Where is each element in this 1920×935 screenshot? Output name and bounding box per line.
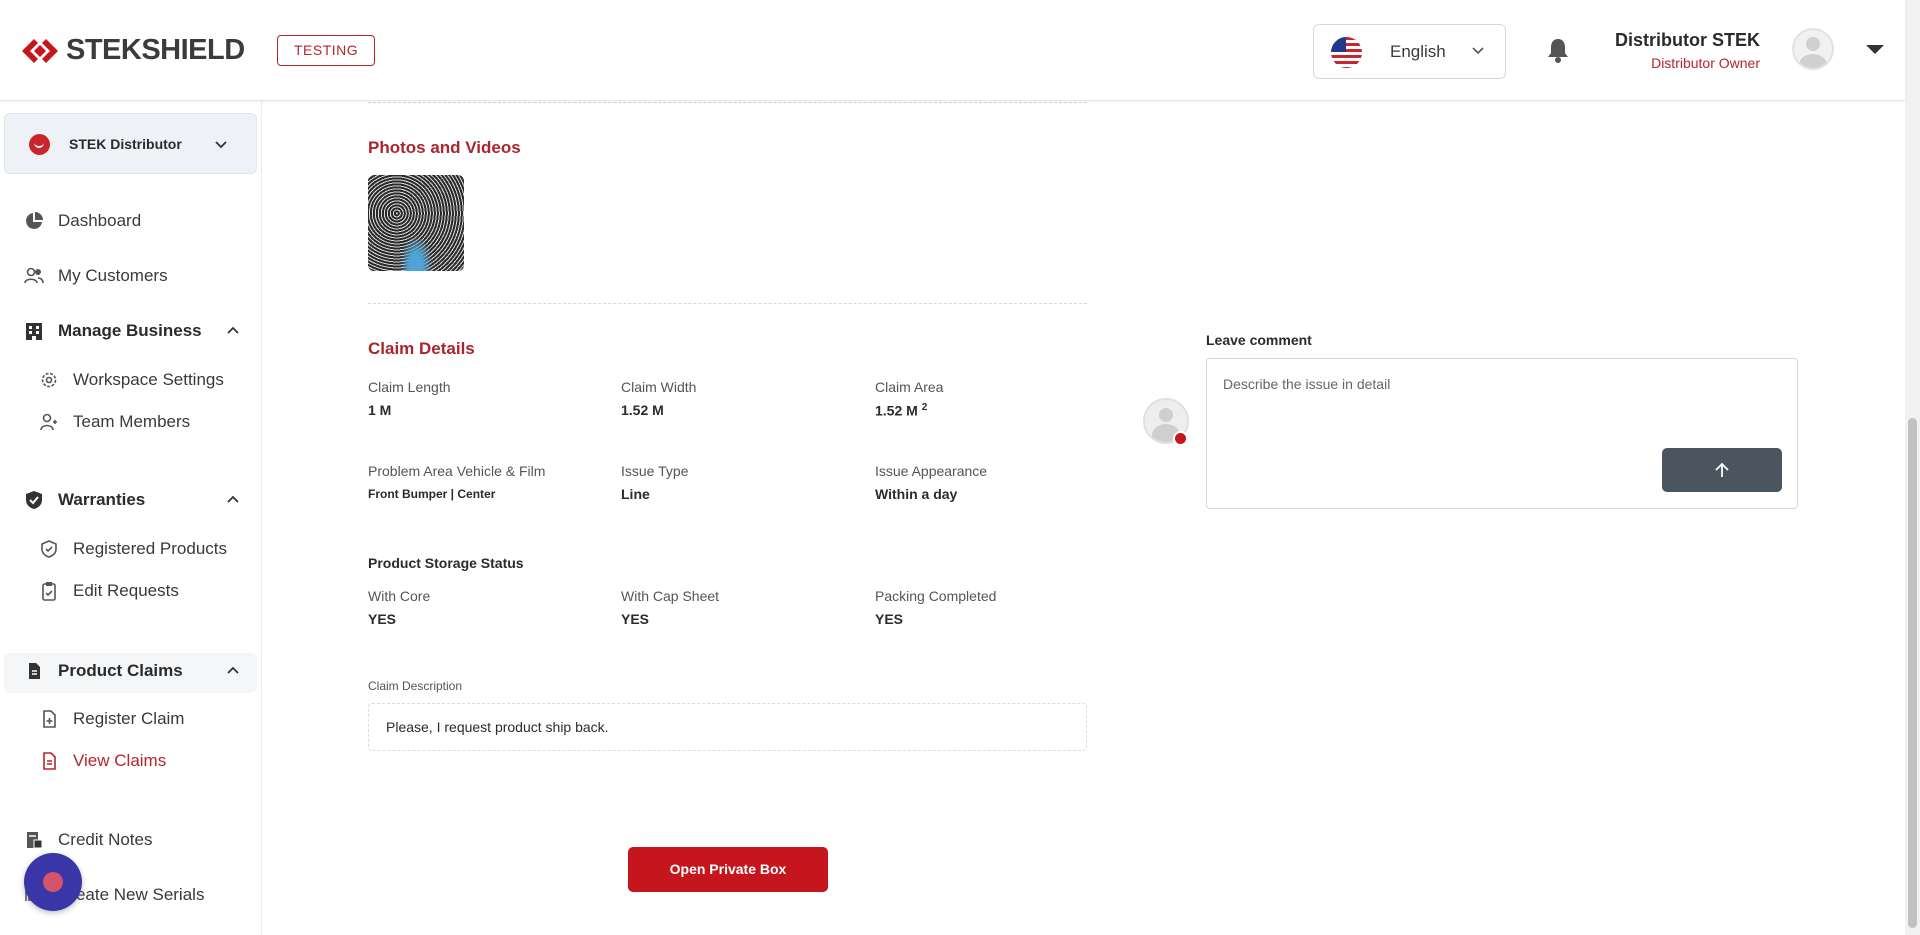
claim-area-number: 1.52 M [875,402,918,419]
sidebar-item-label: Team Members [73,412,191,431]
us-flag-icon [1331,37,1362,68]
chat-widget-button[interactable] [24,853,82,911]
sidebar-item-label: Manage Business [58,321,202,340]
users-icon [24,267,44,284]
scrollbar-thumb[interactable] [1908,418,1917,928]
org-logo-icon [29,134,50,155]
sidebar-item-warranties[interactable]: Warranties [24,490,145,510]
claim-area-label: Claim Area [875,379,944,395]
sidebar-item-label: Warranties [58,490,146,509]
problem-area-label: Problem Area Vehicle & Film [368,463,546,479]
claim-length-label: Claim Length [368,379,451,395]
issue-appearance-value: Within a day [875,486,958,502]
org-name: STEK Distributor [69,136,182,152]
divider [368,102,1087,103]
issue-type-label: Issue Type [621,463,689,479]
gear-icon [41,372,57,388]
sidebar-item-credit-notes[interactable]: Credit Notes [24,830,152,850]
user-role: Distributor Owner [1651,55,1760,71]
stekshield-logo[interactable]: STEKSHIELD [22,34,245,67]
sidebar-item-manage-business[interactable]: Manage Business [24,321,202,341]
send-comment-button[interactable] [1662,448,1782,492]
issue-type-value: Line [621,486,650,502]
notification-bell-icon[interactable] [1546,36,1570,64]
claim-area-value: 1.52 M 2 [875,402,927,419]
sidebar-item-label: Edit Requests [73,581,179,600]
arrow-up-icon [1715,462,1729,477]
building-icon [26,323,42,340]
file-text-icon [43,752,56,770]
with-cap-sheet-label: With Cap Sheet [621,588,720,604]
sidebar-item-dashboard[interactable]: Dashboard [24,211,141,231]
team-icon [40,413,57,431]
user-avatar[interactable] [1792,28,1834,70]
sidebar-item-label: Registered Products [73,539,228,558]
sidebar-item-label: Credit Notes [58,830,153,849]
commenter-badge-icon [1173,431,1188,446]
claim-photo-thumbnail[interactable] [368,175,464,271]
divider [368,303,1087,304]
sidebar-item-edit-requests[interactable]: Edit Requests [39,581,179,601]
sidebar-item-registered-products[interactable]: Registered Products [39,539,227,559]
chevron-down-icon [1472,47,1484,55]
file-plus-icon [43,710,56,728]
language-label: English [1390,42,1446,61]
organization-switcher[interactable]: STEK Distributor [4,113,257,174]
claim-detail-panel: Photos and Videos Claim Details Claim Le… [263,101,1905,935]
claim-description-label: Claim Description [368,679,463,693]
calculator-doc-icon [27,832,43,849]
caret-down-icon[interactable] [1866,45,1884,54]
sidebar-item-workspace-settings[interactable]: Workspace Settings [39,370,224,390]
environment-badge: TESTING [277,35,376,66]
claim-width-value: 1.52 M [621,402,664,418]
sidebar-item-label: Product Claims [58,661,183,680]
sidebar-item-label: View Claims [73,751,167,770]
issue-appearance-label: Issue Appearance [875,463,988,479]
sidebar-item-label: Register Claim [73,709,185,728]
with-cap-sheet-value: YES [621,611,650,627]
leave-comment-label: Leave comment [1206,332,1312,348]
shield-outline-icon [41,540,57,558]
packing-completed-value: YES [875,611,904,627]
chevron-down-icon [215,141,227,149]
brand-name: STEKSHIELD [66,34,245,66]
photos-section-title: Photos and Videos [368,138,521,157]
sidebar-item-team-members[interactable]: Team Members [39,412,190,432]
claim-width-label: Claim Width [621,379,697,395]
pie-chart-icon [26,212,43,229]
sidebar-item-label: Dashboard [58,211,142,230]
with-core-label: With Core [368,588,431,604]
shield-check-icon [26,491,42,509]
sidebar: STEK Distributor Dashboard My Customers … [0,101,262,935]
sidebar-item-label: Workspace Settings [73,370,224,389]
open-private-box-button[interactable]: Open Private Box [628,847,828,892]
language-selector[interactable]: English [1313,24,1506,79]
claim-details-title: Claim Details [368,339,475,358]
claim-area-exponent: 2 [921,402,928,413]
chevron-up-icon[interactable] [225,492,241,508]
document-icon [29,663,40,679]
sidebar-item-register-claim[interactable]: Register Claim [39,709,184,729]
problem-area-value: Front Bumper | Center [368,487,496,501]
chevron-up-icon[interactable] [225,323,241,339]
chevron-up-icon[interactable] [225,663,241,679]
sidebar-item-view-claims[interactable]: View Claims [39,751,166,771]
packing-completed-label: Packing Completed [875,588,997,604]
sidebar-item-product-claims[interactable]: Product Claims [24,661,183,681]
page-scrollbar[interactable] [1905,0,1920,935]
user-name: Distributor STEK [1614,30,1760,50]
stek-logo-icon [22,38,58,63]
sidebar-item-my-customers[interactable]: My Customers [24,266,168,286]
with-core-value: YES [368,611,397,627]
clipboard-check-icon [42,582,56,601]
sidebar-item-label: My Customers [58,266,168,285]
storage-status-title: Product Storage Status [368,555,524,571]
claim-description-text: Please, I request product ship back. [386,719,609,735]
claim-description-box: Please, I request product ship back. [368,703,1087,751]
claim-length-value: 1 M [368,402,392,418]
top-header: STEKSHIELD TESTING English Distributor S… [0,0,1905,101]
